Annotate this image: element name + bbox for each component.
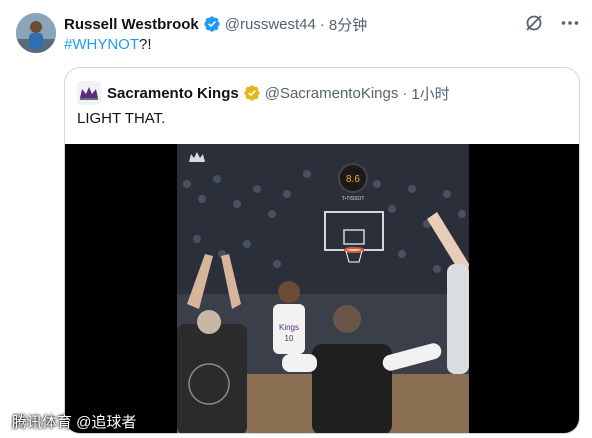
tweet-text: #WHYNOT?! [64,35,152,55]
author-name[interactable]: Russell Westbrook [64,16,199,33]
quote-author-handle[interactable]: @SacramentoKings [265,85,399,102]
grok-icon[interactable] [524,13,544,33]
tweet-header: Russell Westbrook @russwest44 · 8分钟 [64,14,367,34]
quoted-tweet[interactable]: Sacramento Kings @SacramentoKings · 1小时 … [64,67,580,434]
sponsor-label: T•TISSOT [342,196,365,202]
verified-badge-icon [203,15,221,33]
quote-header: Sacramento Kings @SacramentoKings · 1小时 [77,81,450,105]
watermark: 腾讯体育 @追球者 [12,414,137,431]
kings-logo-icon[interactable] [77,81,101,105]
video-frame: 8.6 T•TISSOT Kings 10 [177,144,469,433]
tweet-time[interactable]: 8分钟 [329,14,367,35]
shot-clock-value: 8.6 [346,174,360,185]
tweet[interactable]: Russell Westbrook @russwest44 · 8分钟 #WHY… [0,0,592,438]
quote-time[interactable]: 1小时 [411,83,449,104]
gold-verified-badge-icon [243,84,261,102]
more-icon[interactable] [560,13,580,33]
separator-dot: · [319,15,325,33]
author-handle[interactable]: @russwest44 [225,16,316,33]
video-player[interactable]: 8.6 T•TISSOT Kings 10 [65,144,579,433]
author-avatar[interactable] [16,13,56,53]
quote-separator-dot: · [402,84,408,102]
jersey-team-text: Kings [279,323,299,332]
quote-text: LIGHT THAT. [77,110,166,127]
jersey-number-text: 10 [285,334,294,343]
hashtag-link[interactable]: #WHYNOT [64,36,139,53]
tweet-text-suffix: ?! [139,36,152,53]
tweet-actions-top [524,13,580,33]
quote-author-name[interactable]: Sacramento Kings [107,85,239,102]
